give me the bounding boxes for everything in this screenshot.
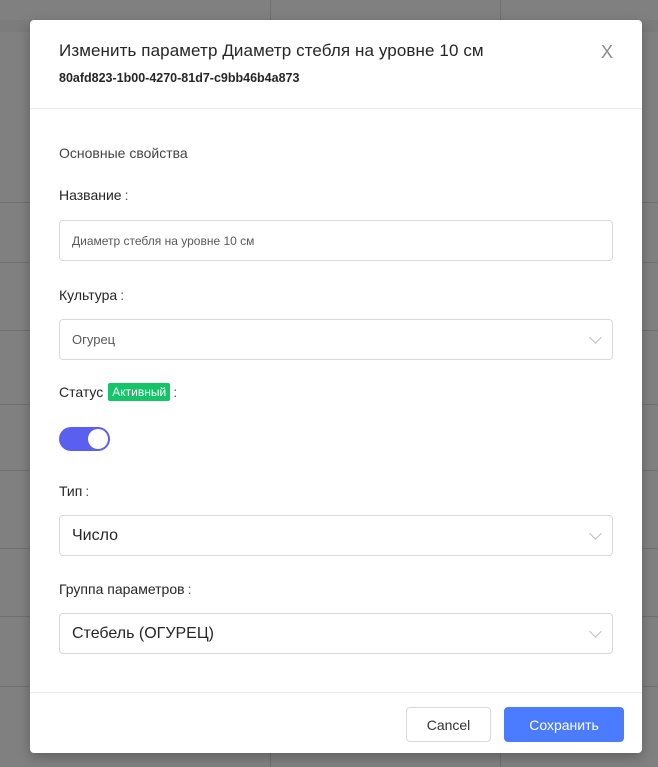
toggle-knob	[88, 429, 108, 449]
modal-title: Изменить параметр Диаметр стебля на уров…	[59, 41, 484, 60]
status-label-colon: :	[173, 384, 178, 400]
type-select-value: Число	[72, 526, 119, 544]
culture-select[interactable]: Огурец	[59, 319, 613, 360]
section-title: Основные свойства	[59, 145, 188, 161]
edit-parameter-modal: Изменить параметр Диаметр стебля на уров…	[30, 20, 642, 753]
name-label-text: Название	[59, 187, 122, 203]
type-label-colon: :	[85, 483, 90, 499]
chevron-down-icon	[589, 624, 602, 638]
type-label-text: Тип	[59, 483, 83, 499]
group-select-value: Стебель (ОГУРЕЦ)	[72, 624, 214, 642]
name-input-value: Диаметр стебля на уровне 10 см	[72, 233, 255, 248]
modal-header: Изменить параметр Диаметр стебля на уров…	[30, 20, 642, 109]
status-toggle[interactable]	[59, 427, 110, 451]
culture-label-colon: :	[120, 287, 125, 303]
type-select[interactable]: Число	[59, 515, 613, 556]
name-label: Название:	[59, 187, 128, 203]
close-icon[interactable]: X	[598, 42, 616, 62]
group-label-text: Группа параметров	[59, 581, 185, 597]
status-label: Статус Активный:	[59, 383, 177, 401]
type-label: Тип:	[59, 483, 89, 499]
culture-label: Культура:	[59, 287, 124, 303]
status-badge: Активный	[108, 383, 171, 401]
status-label-text: Статус	[59, 384, 104, 400]
save-button[interactable]: Сохранить	[504, 707, 624, 742]
chevron-down-icon	[589, 330, 602, 344]
modal-subtitle: 80afd823-1b00-4270-81d7-c9bb46b4a873	[59, 71, 300, 85]
culture-label-text: Культура	[59, 287, 118, 303]
modal-footer: Cancel Сохранить	[30, 692, 642, 753]
cancel-button[interactable]: Cancel	[406, 707, 491, 742]
group-label-colon: :	[187, 581, 192, 597]
chevron-down-icon	[589, 526, 602, 540]
group-label: Группа параметров:	[59, 581, 191, 597]
name-input[interactable]: Диаметр стебля на уровне 10 см	[59, 220, 613, 261]
group-select[interactable]: Стебель (ОГУРЕЦ)	[59, 613, 613, 654]
name-label-colon: :	[124, 187, 129, 203]
culture-select-value: Огурец	[72, 332, 116, 347]
